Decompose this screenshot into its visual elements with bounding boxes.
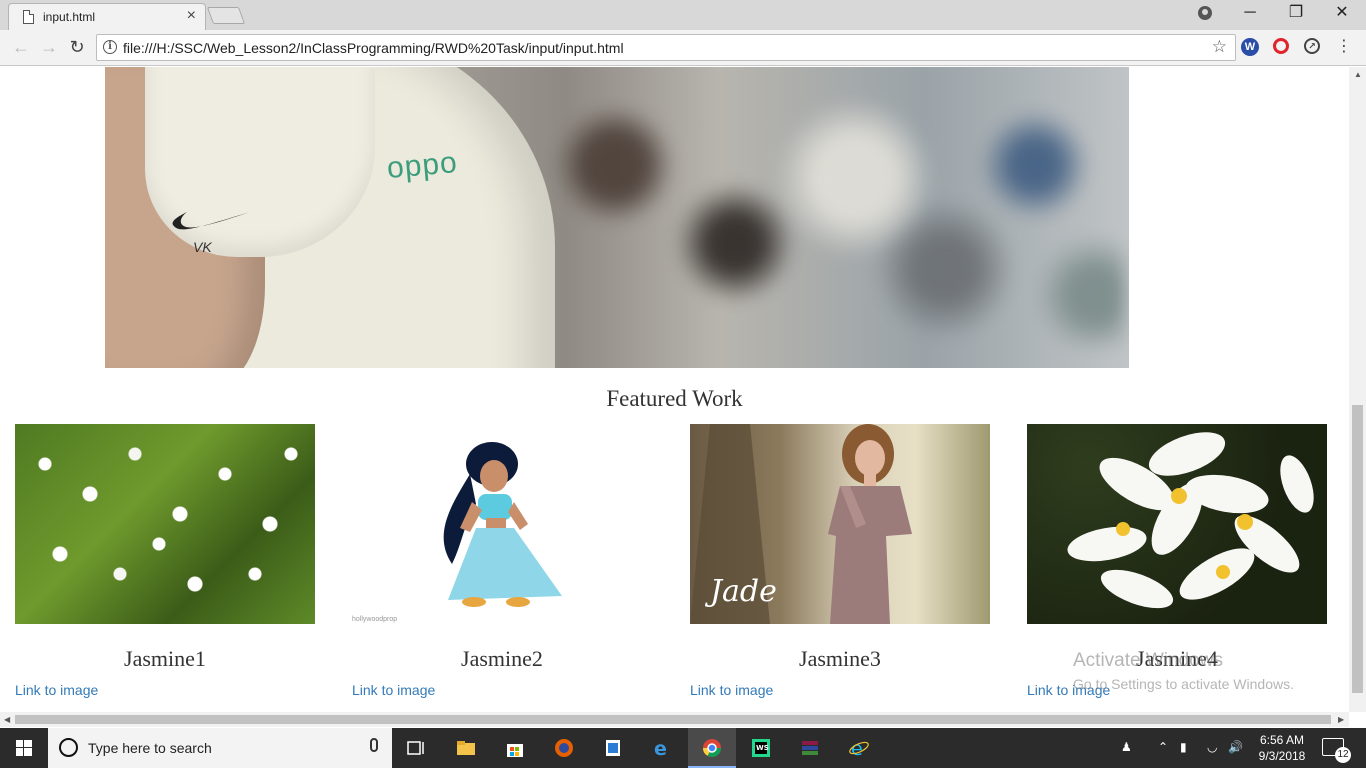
photos-icon: [606, 740, 620, 756]
back-button[interactable]: ←: [9, 36, 33, 60]
firefox-button[interactable]: [540, 728, 588, 768]
princess-illustration: [443, 442, 562, 607]
task-view-icon: [407, 741, 424, 755]
page-viewport: oppo VK Featured Work Jasmine1 Link to i…: [0, 67, 1349, 712]
plumeria-flowers-image: [1027, 424, 1327, 624]
store-icon: [507, 744, 523, 757]
tab-close-button[interactable]: ×: [187, 7, 196, 25]
horizontal-scrollbar[interactable]: ◀ ▶: [0, 712, 1349, 727]
new-tab-button[interactable]: [206, 7, 246, 24]
restore-button[interactable]: ❐: [1274, 0, 1318, 28]
chrome-button[interactable]: [688, 728, 736, 768]
horizontal-scroll-thumb[interactable]: [15, 715, 1331, 724]
microphone-icon[interactable]: [370, 738, 378, 752]
tab-title: input.html: [43, 10, 96, 24]
chrome-icon: [703, 739, 721, 758]
battery-icon[interactable]: ▮: [1180, 740, 1187, 754]
browser-toolbar: ← → ↻ i file:///H:/SSC/Web_Lesson2/InCla…: [0, 30, 1366, 66]
vertical-scrollbar[interactable]: ▲: [1349, 67, 1366, 712]
photos-button[interactable]: [589, 728, 637, 768]
vertical-scroll-thumb[interactable]: [1352, 405, 1363, 693]
image-link[interactable]: Link to image: [352, 682, 435, 698]
winrar-button[interactable]: [786, 728, 834, 768]
people-icon[interactable]: ♟: [1121, 740, 1132, 754]
section-title: Featured Work: [606, 386, 743, 411]
forward-button[interactable]: →: [37, 36, 61, 60]
archive-icon: [802, 741, 818, 755]
card-title: Jasmine2: [461, 646, 543, 671]
windows-logo-icon: [16, 740, 32, 756]
start-button[interactable]: [0, 728, 48, 768]
clock-date: 9/3/2018: [1258, 749, 1306, 763]
tray-chevron-icon[interactable]: ⌃: [1158, 740, 1168, 754]
bookmark-star-icon[interactable]: ☆: [1212, 37, 1227, 57]
cortana-icon[interactable]: [59, 738, 78, 757]
store-button[interactable]: [491, 728, 539, 768]
swoosh-logo-icon: [172, 211, 253, 230]
info-icon[interactable]: i: [103, 40, 117, 54]
plumeria-illustration: [1067, 432, 1314, 609]
system-clock[interactable]: 6:56 AM 9/3/2018: [1252, 732, 1312, 764]
folder-icon: [457, 741, 475, 755]
jersey-initials: VK: [193, 239, 212, 255]
webstorm-icon: WS: [752, 739, 770, 757]
card-title: Jasmine4: [1136, 646, 1218, 671]
card-jasmine3: Jade Jasmine3 Link to image: [690, 424, 990, 698]
card-jasmine1: Jasmine1 Link to image: [15, 424, 315, 698]
windows-taskbar: Type here to search e WS e ♟ ⌃ ▮ ◡ 🔊 6:5…: [0, 728, 1366, 768]
card-jasmine4: Jasmine4 Link to image: [1027, 424, 1327, 698]
search-placeholder[interactable]: Type here to search: [88, 740, 212, 756]
image-link[interactable]: Link to image: [15, 682, 98, 698]
scroll-right-icon[interactable]: ▶: [1338, 715, 1344, 724]
window-close-button[interactable]: ✕: [1320, 0, 1364, 28]
menu-icon[interactable]: ⋮: [1332, 36, 1356, 60]
clock-time: 6:56 AM: [1259, 733, 1305, 747]
edge-button[interactable]: e: [638, 728, 686, 768]
file-icon: [23, 10, 34, 24]
jasmine-flowers-image: [15, 424, 315, 624]
task-view-button[interactable]: [392, 728, 440, 768]
jersey-brand-logo: oppo: [385, 145, 460, 186]
svg-text:e: e: [654, 738, 667, 758]
crowd-background: [525, 87, 1125, 347]
minimize-button[interactable]: ─: [1228, 0, 1272, 28]
hero-image: oppo VK: [105, 67, 1129, 368]
scroll-left-icon[interactable]: ◀: [4, 715, 10, 724]
tab-strip: input.html × ─ ❐ ✕: [0, 0, 1366, 30]
wifi-icon[interactable]: ◡: [1207, 740, 1217, 754]
woman-dress-image: Jade: [690, 424, 990, 624]
image-link[interactable]: Link to image: [1027, 682, 1110, 698]
image-caption: hollywoodprop: [352, 616, 398, 623]
image-link[interactable]: Link to image: [690, 682, 773, 698]
internet-explorer-icon: e: [849, 738, 869, 758]
url-text[interactable]: file:///H:/SSC/Web_Lesson2/InClassProgra…: [123, 40, 624, 56]
notification-center-icon[interactable]: 12: [1322, 738, 1351, 763]
image-caption: Jade: [710, 574, 777, 609]
internet-explorer-button[interactable]: e: [835, 728, 883, 768]
volume-icon[interactable]: 🔊: [1228, 740, 1243, 754]
speed-extension-icon[interactable]: ↗: [1304, 38, 1320, 54]
w-extension-icon[interactable]: W: [1241, 38, 1259, 56]
edge-icon: e: [654, 738, 667, 758]
notification-count-badge: 12: [1335, 747, 1351, 763]
opera-extension-icon[interactable]: [1273, 38, 1289, 54]
profile-icon[interactable]: [1198, 6, 1212, 20]
firefox-icon: [555, 739, 573, 757]
svg-text:WS: WS: [756, 744, 769, 752]
card-jasmine2: hollywoodprop Jasmine2 Link to image: [352, 424, 652, 698]
webstorm-button[interactable]: WS: [737, 728, 785, 768]
browser-tab[interactable]: input.html ×: [8, 3, 206, 30]
address-bar[interactable]: i file:///H:/SSC/Web_Lesson2/InClassProg…: [96, 34, 1236, 61]
svg-text:e: e: [851, 738, 863, 758]
file-explorer-button[interactable]: [442, 728, 490, 768]
card-title: Jasmine1: [124, 646, 206, 671]
card-title: Jasmine3: [799, 646, 881, 671]
princess-jasmine-image: hollywoodprop: [352, 424, 652, 624]
reload-button[interactable]: ↻: [65, 36, 89, 60]
scroll-up-icon[interactable]: ▲: [1354, 70, 1362, 79]
taskbar-search-box[interactable]: Type here to search: [48, 728, 392, 768]
